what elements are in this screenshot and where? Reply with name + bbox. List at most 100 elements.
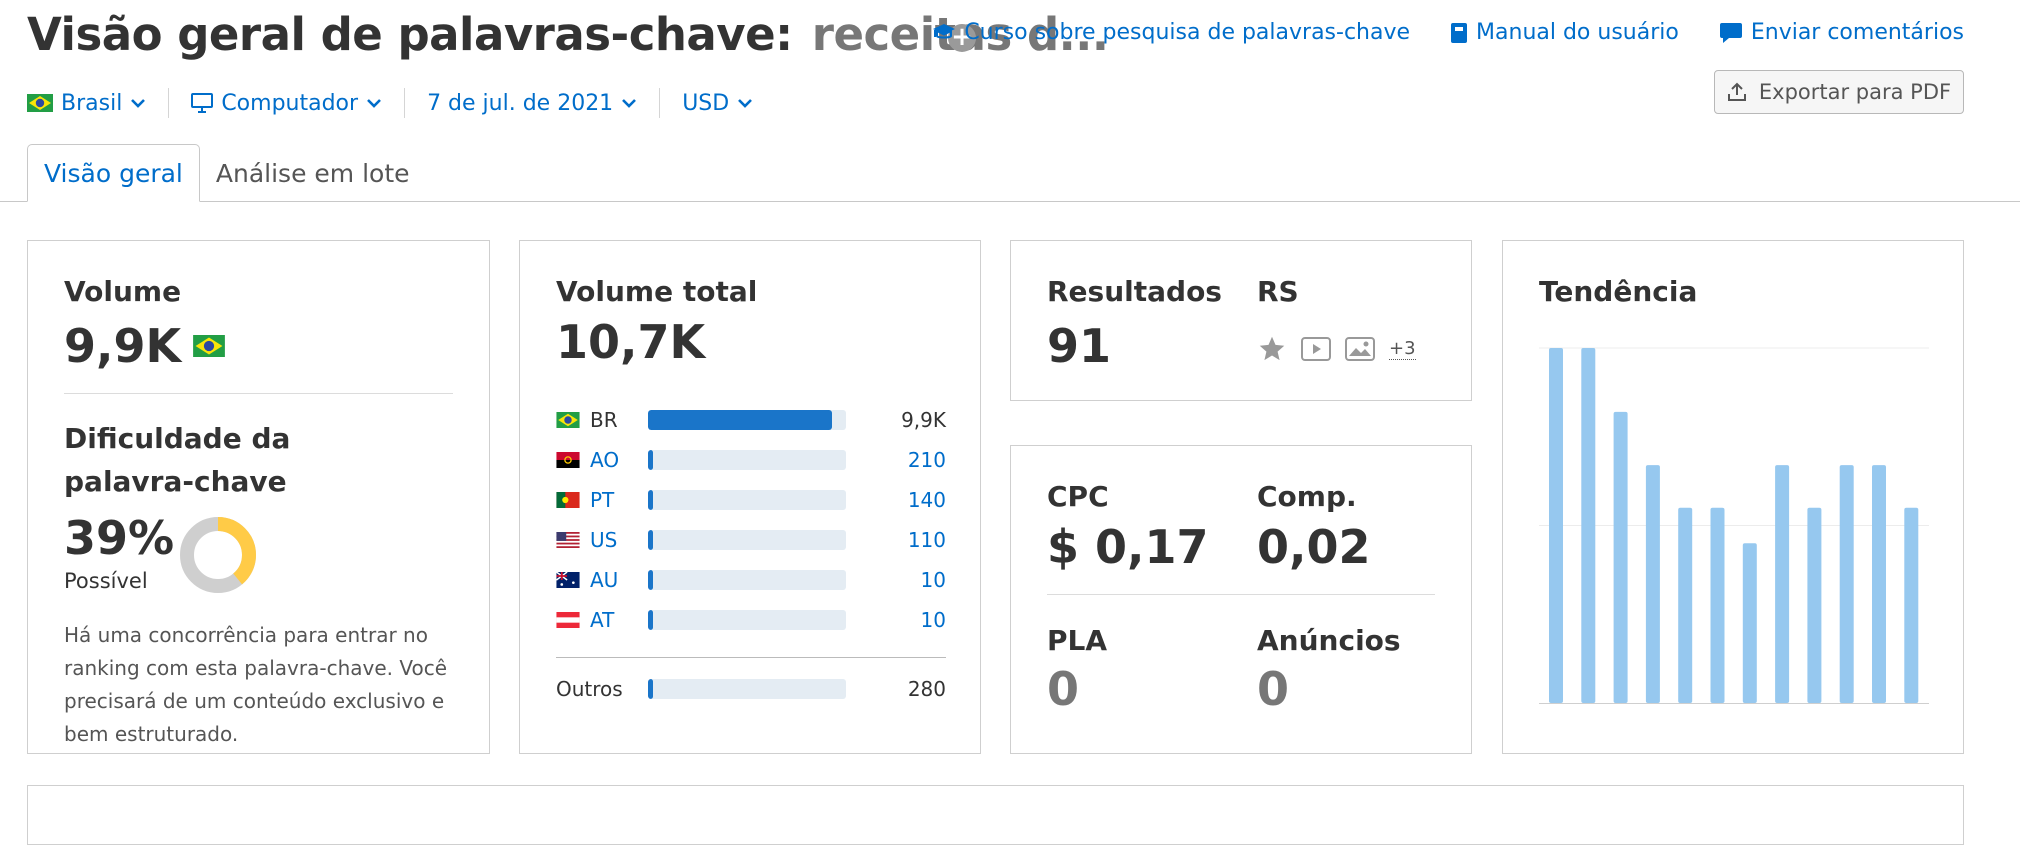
device-filter[interactable]: Computador (191, 91, 382, 116)
usa-flag-icon (556, 532, 580, 548)
competition-label: Comp. (1257, 480, 1357, 513)
trend-bar[interactable] (1581, 348, 1596, 703)
volume-value-row: 9,9K (64, 319, 226, 373)
volume-bar-fill (648, 410, 833, 430)
serp-label: RS (1257, 275, 1299, 308)
trend-bar[interactable] (1742, 543, 1757, 703)
country-code: PT (590, 488, 615, 512)
tab-overview[interactable]: Visão geral (27, 144, 200, 202)
keyword-difficulty-description: Há uma concorrência para entrar no ranki… (64, 623, 448, 746)
cpc-card: CPC Comp. $ 0,17 0,02 PLA Anúncios 0 0 (1010, 445, 1472, 754)
volume-bar (648, 610, 846, 630)
next-section-card (27, 785, 1964, 845)
star-icon[interactable] (1257, 335, 1287, 363)
tab-batch-label: Análise em lote (215, 158, 410, 188)
total-volume-title: Volume total (556, 275, 758, 308)
pla-label: PLA (1047, 624, 1108, 657)
cpc-label: CPC (1047, 480, 1109, 513)
tab-underline (0, 201, 2020, 202)
feedback-link-label: Enviar comentários (1750, 20, 1964, 45)
manual-link[interactable]: Manual do usuário (1450, 20, 1679, 45)
book-icon (1451, 22, 1468, 43)
angola-flag-icon (556, 452, 580, 468)
trend-bar[interactable] (1710, 507, 1725, 703)
serp-more-link[interactable]: +3 (1389, 338, 1416, 360)
date-filter-label: 7 de jul. de 2021 (427, 90, 614, 116)
ads-value: 0 (1257, 662, 1290, 716)
trend-bar[interactable] (1839, 465, 1854, 703)
country-row-us[interactable]: US 110 (556, 525, 946, 555)
volume-bar (648, 679, 846, 699)
course-link[interactable]: Curso sobre pesquisa de palavras-chave (932, 20, 1410, 45)
trend-bar[interactable] (1872, 465, 1886, 703)
filter-divider (168, 88, 170, 118)
feedback-link[interactable]: Enviar comentários (1719, 20, 1964, 45)
country-filter[interactable]: Brasil (27, 91, 146, 116)
country-row-au[interactable]: AU 10 (556, 565, 946, 595)
countries-divider (556, 657, 946, 658)
country-row-br: BR 9,9K (556, 405, 946, 435)
country-volume: 10 (920, 608, 946, 632)
country-code: AU (590, 568, 619, 592)
country-volume: 110 (907, 528, 946, 552)
serp-features: +3 (1257, 335, 1416, 363)
portugal-flag-icon (556, 492, 580, 508)
volume-bar (648, 450, 846, 470)
tab-batch-analysis[interactable]: Análise em lote (200, 144, 426, 202)
country-code: BR (590, 408, 618, 432)
cpc-value: $ 0,17 (1047, 520, 1209, 574)
country-code: AT (590, 608, 615, 632)
currency-filter[interactable]: USD (682, 91, 753, 116)
page-title-text: Visão geral de palavras-chave: (27, 8, 793, 61)
country-row-ao[interactable]: AO 210 (556, 445, 946, 475)
trend-bar[interactable] (1678, 507, 1693, 703)
brazil-flag-icon (193, 335, 226, 357)
graduation-cap-icon (933, 23, 956, 38)
speech-bubble-icon (1719, 22, 1742, 43)
trend-chart (1539, 347, 1929, 704)
trend-bar[interactable] (1775, 465, 1790, 703)
country-row-pt[interactable]: PT 140 (556, 485, 946, 515)
competition-value: 0,02 (1257, 520, 1371, 574)
filter-divider (404, 88, 406, 118)
brazil-flag-icon (556, 412, 580, 428)
filter-divider (659, 88, 661, 118)
keyword-difficulty-title: Dificuldade da palavra-chave (64, 422, 291, 498)
tab-overview-label: Visão geral (44, 158, 183, 188)
volume-title: Volume (64, 275, 182, 308)
trend-title: Tendência (1539, 275, 1698, 308)
keyword-difficulty-donut (180, 517, 256, 593)
date-filter[interactable]: 7 de jul. de 2021 (427, 91, 637, 116)
austria-flag-icon (556, 612, 580, 628)
volume-value: 9,9K (64, 319, 182, 373)
volume-bar-fill (648, 610, 653, 630)
trend-bar[interactable] (1645, 465, 1660, 703)
results-label: Resultados (1047, 275, 1222, 308)
trend-bar[interactable] (1613, 411, 1628, 703)
country-volume: 280 (907, 677, 946, 701)
volume-bar (648, 570, 846, 590)
filter-bar: Brasil Computador 7 de jul. de 2021 USD (27, 88, 753, 118)
keyword-difficulty-value: 39% (64, 511, 175, 565)
trend-bar[interactable] (1549, 348, 1563, 703)
chevron-down-icon (367, 99, 381, 108)
country-row-at[interactable]: AT 10 (556, 605, 946, 635)
export-pdf-label: Exportar para PDF (1758, 80, 1952, 104)
monitor-icon (191, 93, 214, 113)
course-link-label: Curso sobre pesquisa de palavras-chave (964, 20, 1411, 45)
trend-card: Tendência (1502, 240, 1964, 754)
results-value: 91 (1047, 319, 1112, 373)
volume-bar-fill (648, 530, 653, 550)
export-pdf-button[interactable]: Exportar para PDF (1714, 70, 1964, 114)
country-code: US (590, 528, 618, 552)
trend-bar[interactable] (1807, 507, 1822, 703)
country-volume: 10 (920, 568, 946, 592)
video-icon[interactable] (1301, 337, 1331, 361)
chevron-down-icon (131, 99, 146, 108)
country-volume: 9,9K (901, 408, 946, 432)
top-links: Curso sobre pesquisa de palavras-chave M… (932, 20, 1964, 45)
trend-bar[interactable] (1904, 507, 1919, 703)
volume-bar (648, 530, 846, 550)
brazil-flag-icon (27, 94, 53, 112)
image-icon[interactable] (1345, 337, 1375, 361)
